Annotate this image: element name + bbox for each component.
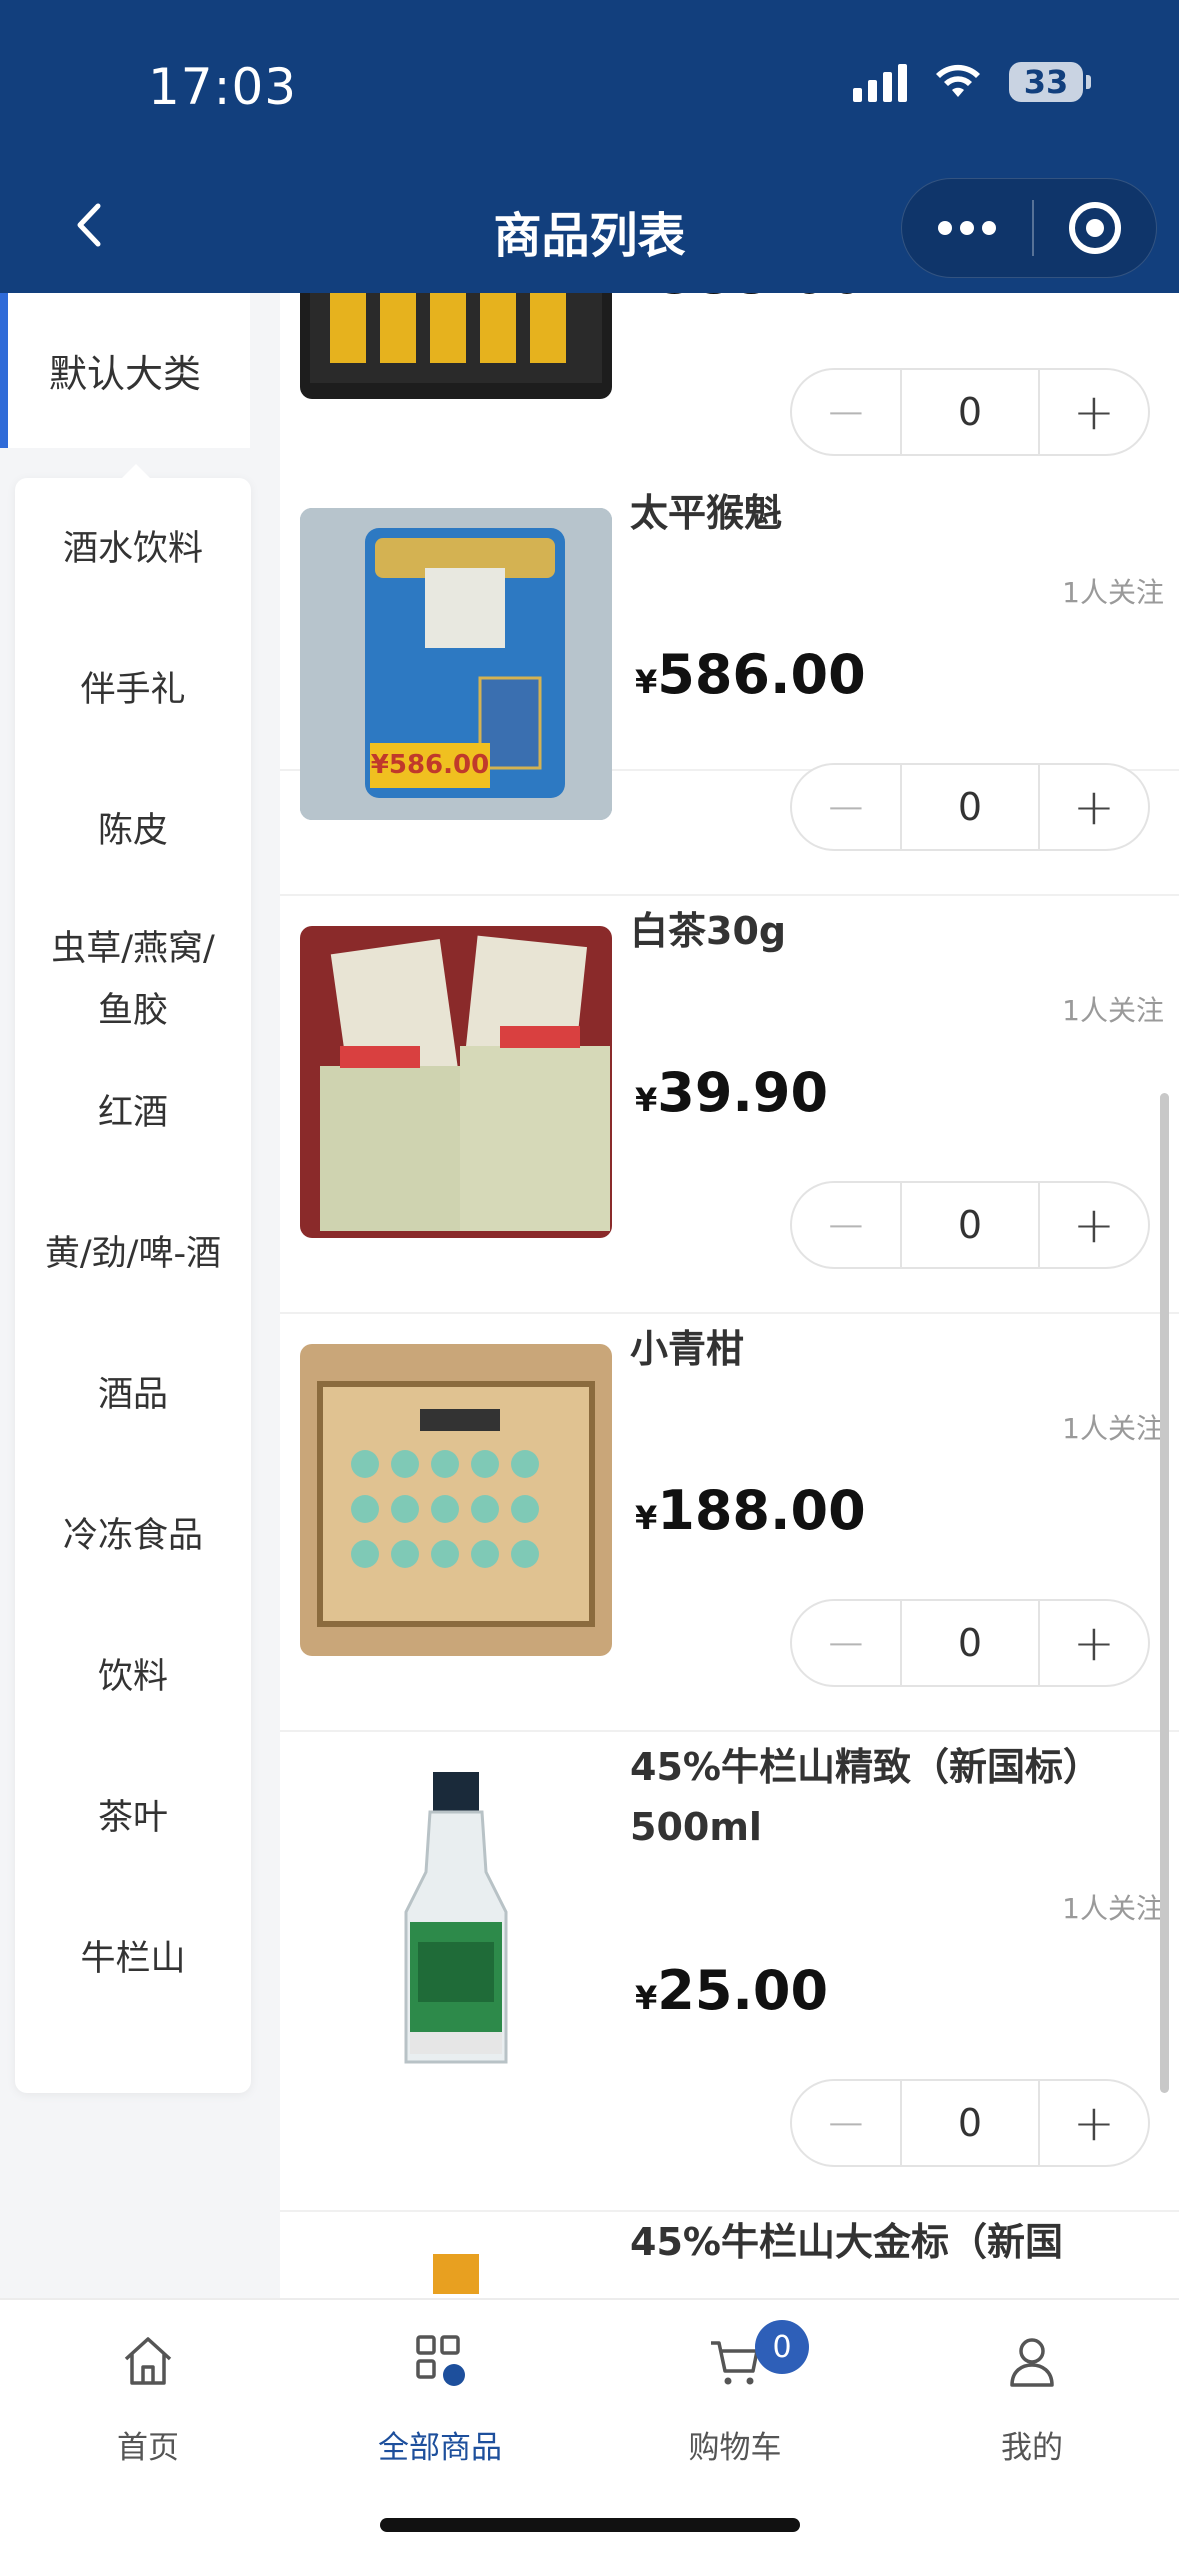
product-name: 小青柑 (630, 1327, 745, 1371)
product-price: ¥588.00 (635, 293, 866, 306)
product-card[interactable]: 白茶30g 1人关注 ¥39.90 − 0 + (280, 896, 1179, 1314)
product-name: 太平猴魁 (630, 491, 783, 535)
quantity-value: 0 (900, 765, 1040, 849)
subcategory-item[interactable]: 红酒 (15, 1082, 251, 1144)
user-icon (932, 2330, 1132, 2392)
product-image (300, 2242, 612, 2298)
tab-home[interactable]: 首页 (48, 2330, 248, 2467)
product-name: 45%牛栏山大金标（新国 (630, 2220, 1063, 2264)
tab-all-products[interactable]: 全部商品 (340, 2330, 540, 2467)
category-sidebar: 默认大类 酒水饮料 伴手礼 陈皮 虫草/燕窝/鱼胶 红酒 黄/劲/啤-酒 酒品 … (0, 293, 280, 2298)
quantity-stepper[interactable]: − 0 + (790, 368, 1150, 456)
subcategory-item[interactable]: 虫草/燕窝/鱼胶 (15, 918, 251, 1042)
quantity-value: 0 (900, 2081, 1040, 2165)
tab-label: 全部商品 (378, 2430, 502, 2466)
follow-count: 1人关注 (1062, 576, 1164, 609)
increase-button[interactable]: + (1040, 1601, 1148, 1685)
product-image (300, 1762, 612, 2074)
product-price: ¥39.90 (635, 1061, 829, 1124)
product-name: 45%牛栏山精致（新国标）500ml (630, 1745, 1101, 1849)
subcategory-item[interactable]: 茶叶 (15, 1787, 251, 1849)
product-card[interactable]: ¥586.00 太平猴魁 1人关注 ¥586.00 − 0 + (280, 478, 1179, 896)
increase-button[interactable]: + (1040, 1183, 1148, 1267)
product-image: ¥586.00 (300, 508, 612, 820)
wifi-icon (936, 64, 980, 97)
tab-cart[interactable]: 0 购物车 (635, 2320, 835, 2467)
follow-count: 1人关注 (1062, 1892, 1164, 1925)
follow-count: 1人关注 (1062, 1412, 1164, 1445)
increase-button[interactable]: + (1040, 765, 1148, 849)
home-icon (48, 2330, 248, 2392)
quantity-value: 0 (900, 370, 1040, 454)
subcategory-item[interactable]: 冷冻食品 (15, 1505, 251, 1567)
miniprogram-capsule (901, 178, 1157, 278)
tab-label: 购物车 (688, 2430, 782, 2466)
subcategory-item[interactable]: 黄/劲/啤-酒 (15, 1223, 251, 1285)
tab-label: 首页 (117, 2430, 179, 2466)
increase-button[interactable]: + (1040, 2081, 1148, 2165)
decrease-button[interactable]: − (792, 1601, 900, 1685)
more-icon[interactable] (902, 179, 1032, 277)
product-name: 白茶30g (630, 909, 787, 953)
status-icons: 33 (853, 62, 1091, 102)
product-image (300, 926, 612, 1238)
home-indicator (380, 2518, 800, 2532)
subcategory-item[interactable]: 酒水饮料 (15, 518, 251, 580)
product-image (300, 1344, 612, 1656)
follow-count: 1人关注 (1062, 994, 1164, 1027)
decrease-button[interactable]: − (792, 2081, 900, 2165)
grid-icon (340, 2330, 540, 2392)
cart-badge: 0 (755, 2320, 809, 2374)
tab-label: 我的 (1001, 2430, 1063, 2466)
decrease-button[interactable]: − (792, 765, 900, 849)
decrease-button[interactable]: − (792, 1183, 900, 1267)
cart-icon: 0 (635, 2320, 835, 2392)
tab-mine[interactable]: 我的 (932, 2330, 1132, 2467)
scrollbar[interactable] (1160, 1093, 1169, 2093)
subcategory-item[interactable]: 酒品 (15, 1364, 251, 1426)
quantity-stepper[interactable]: − 0 + (790, 2079, 1150, 2167)
product-price: ¥188.00 (635, 1479, 866, 1542)
increase-button[interactable]: + (1040, 370, 1148, 454)
quantity-stepper[interactable]: − 0 + (790, 763, 1150, 851)
product-card[interactable]: 45%牛栏山大金标（新国 (280, 2212, 1179, 2298)
product-image (300, 293, 612, 399)
decrease-button[interactable]: − (792, 370, 900, 454)
quantity-value: 0 (900, 1601, 1040, 1685)
cellular-signal-icon (853, 62, 907, 102)
nav-header: 17:03 33 商品列表 (0, 0, 1179, 293)
product-list[interactable]: ¥588.00 − 0 + ¥586.00 太平猴魁 1人关注 ¥586.00 (280, 293, 1179, 2298)
subcategory-item[interactable]: 陈皮 (15, 800, 251, 862)
quantity-stepper[interactable]: − 0 + (790, 1599, 1150, 1687)
product-card[interactable]: 45%牛栏山精致（新国标）500ml 1人关注 ¥25.00 − 0 + (280, 1732, 1179, 2212)
subcategory-item[interactable]: 牛栏山 (15, 1928, 251, 1990)
battery-icon: 33 (1009, 62, 1091, 102)
subcategory-item[interactable]: 伴手礼 (15, 659, 251, 721)
category-selected[interactable]: 默认大类 (0, 293, 250, 448)
subcategory-item[interactable]: 饮料 (15, 1646, 251, 1708)
subcategory-panel: 酒水饮料 伴手礼 陈皮 虫草/燕窝/鱼胶 红酒 黄/劲/啤-酒 酒品 冷冻食品 … (15, 464, 251, 2093)
quantity-stepper[interactable]: − 0 + (790, 1181, 1150, 1269)
product-price: ¥25.00 (635, 1959, 829, 2022)
product-card[interactable]: 小青柑 1人关注 ¥188.00 − 0 + (280, 1314, 1179, 1732)
quantity-value: 0 (900, 1183, 1040, 1267)
status-time: 17:03 (148, 58, 298, 116)
product-price: ¥586.00 (635, 643, 866, 706)
svg-text:¥586.00: ¥586.00 (371, 750, 489, 780)
close-miniprogram-icon[interactable] (1034, 202, 1156, 254)
